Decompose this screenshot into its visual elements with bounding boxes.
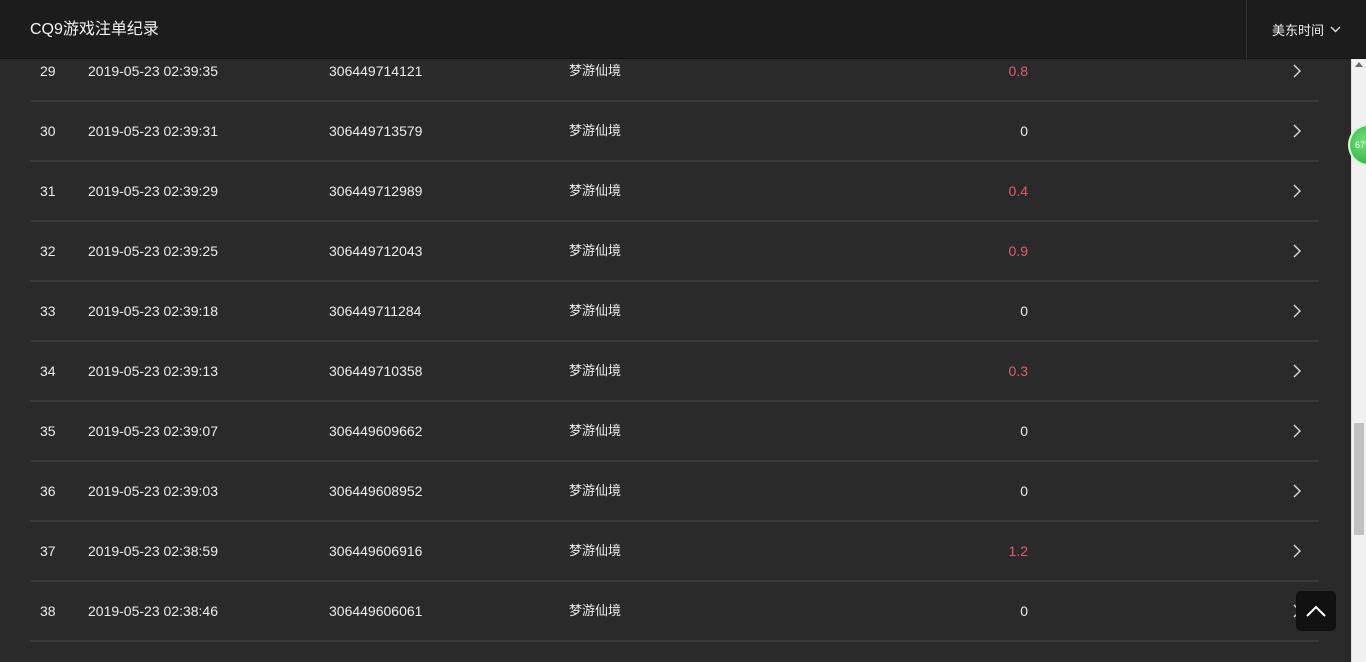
chevron-down-icon bbox=[1330, 26, 1341, 33]
game-name: 梦游仙境 bbox=[569, 423, 622, 438]
order-id: 306449710358 bbox=[329, 363, 423, 379]
scroll-up-arrow-icon[interactable] bbox=[1355, 62, 1363, 67]
row-number: 33 bbox=[40, 303, 56, 319]
table-row[interactable]: 33 2019-05-23 02:39:18 306449711284 梦游仙境… bbox=[30, 282, 1319, 342]
table-row[interactable]: 35 2019-05-23 02:39:07 306449609662 梦游仙境… bbox=[30, 402, 1319, 462]
bet-time: 2019-05-23 02:38:46 bbox=[88, 603, 218, 619]
order-id: 306449712043 bbox=[329, 243, 423, 259]
game-name: 梦游仙境 bbox=[569, 363, 622, 378]
win-amount: 0 bbox=[1020, 603, 1028, 619]
order-id: 306449714121 bbox=[329, 63, 423, 79]
bet-time: 2019-05-23 02:39:13 bbox=[88, 363, 218, 379]
row-number: 36 bbox=[40, 483, 56, 499]
bet-time: 2019-05-23 02:39:07 bbox=[88, 423, 218, 439]
row-number: 37 bbox=[40, 543, 56, 559]
table-row[interactable]: 32 2019-05-23 02:39:25 306449712043 梦游仙境… bbox=[30, 222, 1319, 282]
order-id: 306449713579 bbox=[329, 123, 423, 139]
order-id: 306449609662 bbox=[329, 423, 423, 439]
table-row[interactable]: 34 2019-05-23 02:39:13 306449710358 梦游仙境… bbox=[30, 342, 1319, 402]
row-number: 29 bbox=[40, 63, 56, 79]
win-amount: 0.9 bbox=[1008, 243, 1028, 259]
table-row[interactable]: 37 2019-05-23 02:38:59 306449606916 梦游仙境… bbox=[30, 522, 1319, 582]
win-amount: 0.8 bbox=[1008, 63, 1028, 79]
bet-time: 2019-05-23 02:39:25 bbox=[88, 243, 218, 259]
row-number: 32 bbox=[40, 243, 56, 259]
win-amount: 0 bbox=[1020, 483, 1028, 499]
row-number: 35 bbox=[40, 423, 56, 439]
order-id: 306449712989 bbox=[329, 183, 423, 199]
game-name: 梦游仙境 bbox=[569, 63, 622, 78]
game-name: 梦游仙境 bbox=[569, 183, 622, 198]
chevron-right-icon[interactable] bbox=[1292, 244, 1302, 258]
table-row[interactable]: 31 2019-05-23 02:39:29 306449712989 梦游仙境… bbox=[30, 162, 1319, 222]
chevron-right-icon[interactable] bbox=[1292, 364, 1302, 378]
scrollbar-thumb[interactable] bbox=[1354, 423, 1364, 535]
back-to-top-button[interactable] bbox=[1296, 591, 1336, 631]
game-name: 梦游仙境 bbox=[569, 303, 622, 318]
game-name: 梦游仙境 bbox=[569, 123, 622, 138]
game-name: 梦游仙境 bbox=[569, 543, 622, 558]
win-amount: 0 bbox=[1020, 303, 1028, 319]
chevron-right-icon[interactable] bbox=[1292, 304, 1302, 318]
chevron-right-icon[interactable] bbox=[1292, 424, 1302, 438]
bet-record-list: 29 2019-05-23 02:39:35 306449714121 梦游仙境… bbox=[30, 42, 1319, 642]
bet-time: 2019-05-23 02:39:18 bbox=[88, 303, 218, 319]
bet-time: 2019-05-23 02:39:29 bbox=[88, 183, 218, 199]
order-id: 306449606916 bbox=[329, 543, 423, 559]
chevron-right-icon[interactable] bbox=[1292, 544, 1302, 558]
bet-time: 2019-05-23 02:39:35 bbox=[88, 63, 218, 79]
win-amount: 0 bbox=[1020, 123, 1028, 139]
order-id: 306449711284 bbox=[329, 303, 422, 319]
row-number: 31 bbox=[40, 183, 56, 199]
row-number: 38 bbox=[40, 603, 56, 619]
timezone-label: 美东时间 bbox=[1271, 23, 1324, 38]
table-row[interactable]: 30 2019-05-23 02:39:31 306449713579 梦游仙境… bbox=[30, 102, 1319, 162]
table-row[interactable]: 36 2019-05-23 02:39:03 306449608952 梦游仙境… bbox=[30, 462, 1319, 522]
row-number: 34 bbox=[40, 363, 56, 379]
chevron-right-icon[interactable] bbox=[1292, 484, 1302, 498]
order-id: 306449606061 bbox=[329, 603, 423, 619]
win-amount: 0 bbox=[1020, 423, 1028, 439]
game-name: 梦游仙境 bbox=[569, 243, 622, 258]
bet-time: 2019-05-23 02:39:03 bbox=[88, 483, 218, 499]
chevron-right-icon[interactable] bbox=[1292, 64, 1302, 78]
game-name: 梦游仙境 bbox=[569, 483, 622, 498]
chevron-up-icon bbox=[1306, 605, 1326, 617]
table-row[interactable]: 38 2019-05-23 02:38:46 306449606061 梦游仙境… bbox=[30, 582, 1319, 642]
order-id: 306449608952 bbox=[329, 483, 423, 499]
win-amount: 0.3 bbox=[1008, 363, 1028, 379]
win-amount: 1.2 bbox=[1008, 543, 1028, 559]
bet-time: 2019-05-23 02:38:59 bbox=[88, 543, 218, 559]
row-number: 30 bbox=[40, 123, 56, 139]
game-name: 梦游仙境 bbox=[569, 603, 622, 618]
chevron-right-icon[interactable] bbox=[1292, 124, 1302, 138]
win-amount: 0.4 bbox=[1008, 183, 1028, 199]
bet-time: 2019-05-23 02:39:31 bbox=[88, 123, 218, 139]
chevron-right-icon[interactable] bbox=[1292, 184, 1302, 198]
table-row[interactable]: 29 2019-05-23 02:39:35 306449714121 梦游仙境… bbox=[30, 42, 1319, 102]
